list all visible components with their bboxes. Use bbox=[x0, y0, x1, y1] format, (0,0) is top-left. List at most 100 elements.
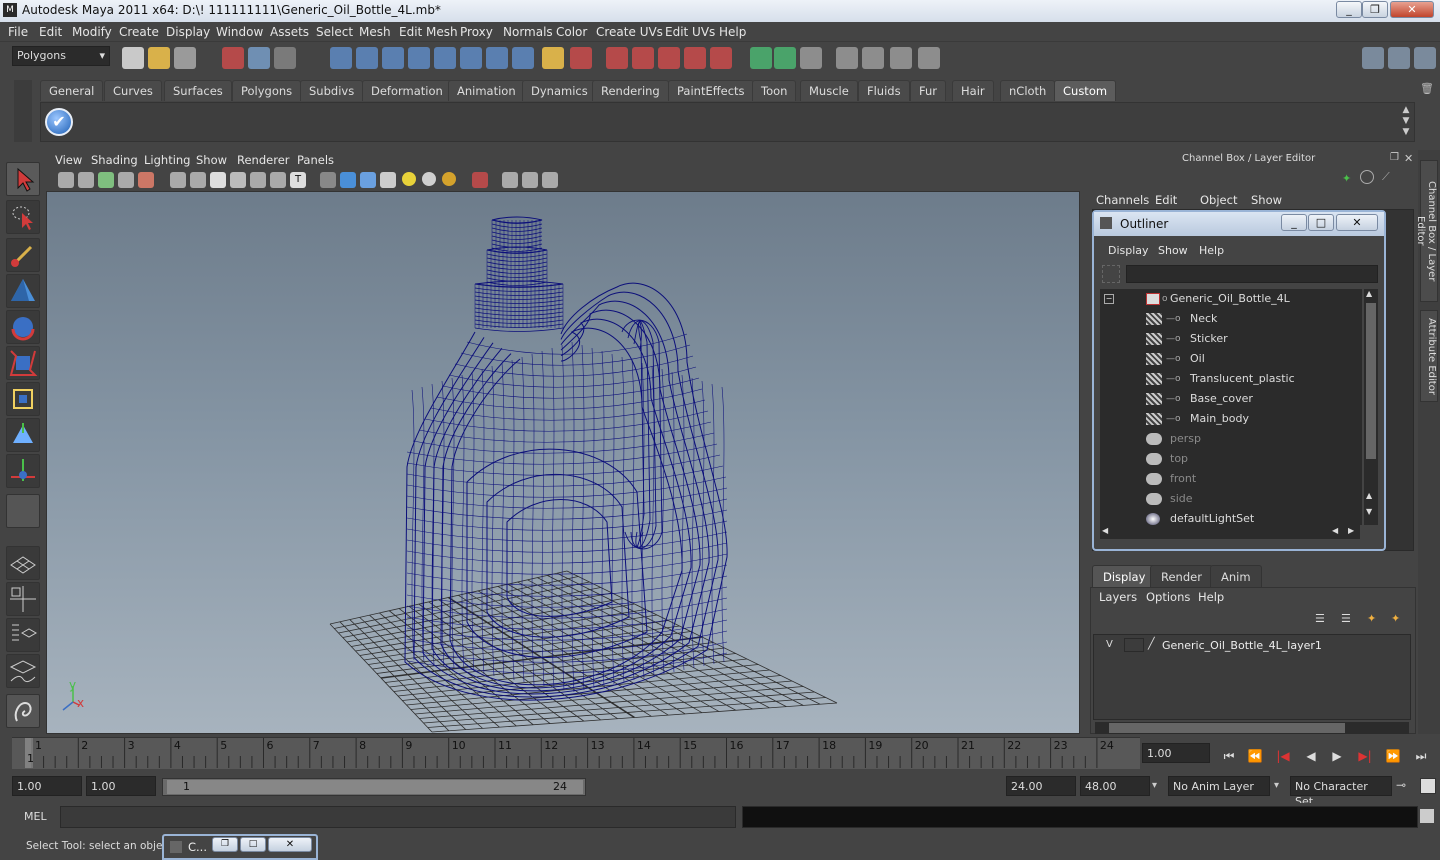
scroll-up-icon[interactable]: ▲ bbox=[1366, 289, 1372, 298]
input-ops-icon[interactable] bbox=[750, 47, 772, 69]
layer-tab-display[interactable]: Display bbox=[1092, 565, 1157, 587]
help-question-icon[interactable] bbox=[512, 47, 534, 69]
outliner-camera-row[interactable]: top bbox=[1100, 449, 1362, 469]
magnet-snap-icon[interactable] bbox=[606, 47, 628, 69]
start-time-field[interactable]: 1.00 bbox=[12, 776, 82, 796]
minimize-button[interactable]: _ bbox=[1336, 1, 1362, 18]
collapse-toggle-icon[interactable]: − bbox=[1104, 294, 1114, 304]
outliner-root-row[interactable]: − o Generic_Oil_Bottle_4L bbox=[1100, 289, 1362, 309]
camera-attributes-icon[interactable] bbox=[78, 172, 94, 188]
menu-set-dropdown[interactable]: Polygons ▾ bbox=[12, 46, 110, 66]
script-editor-icon[interactable] bbox=[1420, 809, 1434, 823]
tab-ncloth[interactable]: nCloth bbox=[1000, 80, 1056, 101]
scroll-right-icon[interactable]: ◀ bbox=[1332, 526, 1338, 535]
go-to-end-icon[interactable]: ⏭ bbox=[1410, 747, 1432, 765]
move-tool-icon[interactable] bbox=[6, 274, 40, 308]
tab-surfaces[interactable]: Surfaces bbox=[164, 80, 232, 101]
tab-fluids[interactable]: Fluids bbox=[858, 80, 910, 101]
xray-icon[interactable] bbox=[502, 172, 518, 188]
viewport-menu-show[interactable]: Show bbox=[196, 153, 227, 167]
smooth-shade-icon[interactable] bbox=[340, 172, 356, 188]
tab-painteffects[interactable]: PaintEffects bbox=[668, 80, 754, 101]
minimized-close-button[interactable]: ✕ bbox=[268, 837, 312, 852]
tab-channel-box-layer-editor[interactable]: Channel Box / Layer Editor bbox=[1415, 160, 1438, 302]
range-slider[interactable]: 1 24 bbox=[162, 778, 586, 796]
tab-rendering[interactable]: Rendering bbox=[592, 80, 669, 101]
wireframe-on-shaded-icon[interactable] bbox=[360, 172, 376, 188]
scale-tool-icon[interactable] bbox=[6, 346, 40, 380]
auto-key-key-icon[interactable]: ⊸ bbox=[1396, 778, 1406, 792]
tab-general[interactable]: General bbox=[40, 80, 104, 101]
menu-create[interactable]: Create bbox=[119, 25, 159, 39]
snap-grid-icon[interactable] bbox=[330, 47, 352, 69]
magnet-point-icon[interactable] bbox=[658, 47, 680, 69]
anim-layer-dropdown[interactable]: No Anim Layer bbox=[1168, 776, 1270, 796]
restore-button[interactable]: ❐ bbox=[1362, 1, 1388, 18]
new-scene-icon[interactable] bbox=[122, 47, 144, 69]
soft-modification-icon[interactable] bbox=[6, 418, 40, 452]
playback-end-field[interactable]: 24.00 bbox=[1006, 776, 1076, 796]
tab-toon[interactable]: Toon bbox=[752, 80, 797, 101]
go-to-start-icon[interactable]: ⏮ bbox=[1218, 747, 1240, 765]
channels-show-menu[interactable]: Show bbox=[1251, 193, 1282, 207]
gate-mask-icon[interactable] bbox=[230, 172, 246, 188]
image-plane-icon[interactable] bbox=[118, 172, 134, 188]
tab-curves[interactable]: Curves bbox=[104, 80, 162, 101]
tab-deformation[interactable]: Deformation bbox=[362, 80, 452, 101]
minimized-maximize-button[interactable]: □ bbox=[240, 837, 266, 852]
outliner-camera-row[interactable]: side bbox=[1100, 489, 1362, 509]
shelf-options-handle[interactable] bbox=[14, 80, 32, 142]
tab-animation[interactable]: Animation bbox=[448, 80, 525, 101]
tab-subdivs[interactable]: Subdivs bbox=[300, 80, 364, 101]
menu-select[interactable]: Select bbox=[316, 25, 353, 39]
xray-joints-icon[interactable] bbox=[522, 172, 538, 188]
scroll-down-icon[interactable]: ▼ bbox=[1366, 507, 1372, 516]
viewport-menu-renderer[interactable]: Renderer bbox=[237, 153, 290, 167]
outliner-child-row[interactable]: —o Translucent_plastic bbox=[1100, 369, 1362, 389]
outliner-menu-show[interactable]: Show bbox=[1158, 244, 1188, 257]
menu-modify[interactable]: Modify bbox=[72, 25, 112, 39]
step-forward-key-icon[interactable]: ⏩ bbox=[1382, 747, 1404, 765]
shadows-icon[interactable] bbox=[442, 172, 456, 186]
menu-file[interactable]: File bbox=[8, 25, 28, 39]
step-back-frame-icon[interactable]: |◀ bbox=[1272, 747, 1294, 765]
anim-layer-chevron-icon[interactable]: ▾ bbox=[1152, 780, 1157, 791]
character-set-chevron-icon[interactable]: ▾ bbox=[1274, 780, 1279, 791]
ipr-render-icon[interactable] bbox=[862, 47, 884, 69]
menu-edit-uvs[interactable]: Edit UVs bbox=[665, 25, 715, 39]
checkmark-icon[interactable]: ✔ bbox=[45, 108, 73, 136]
select-object-icon[interactable] bbox=[248, 47, 270, 69]
tab-fur[interactable]: Fur bbox=[910, 80, 947, 101]
resolution-gate-icon[interactable] bbox=[210, 172, 226, 188]
menu-edit-mesh[interactable]: Edit Mesh bbox=[399, 25, 458, 39]
render-settings-icon[interactable] bbox=[890, 47, 912, 69]
safe-action-icon[interactable] bbox=[270, 172, 286, 188]
move-layer-up-icon[interactable]: ☰ bbox=[1315, 612, 1333, 628]
select-component-icon[interactable] bbox=[274, 47, 296, 69]
current-time-field[interactable]: 1.00 bbox=[1142, 743, 1210, 763]
tab-hair[interactable]: Hair bbox=[952, 80, 994, 101]
play-backwards-icon[interactable]: ◀ bbox=[1300, 747, 1322, 765]
outliner-persp-layout-icon[interactable] bbox=[6, 618, 40, 652]
snap-view-plane-icon[interactable] bbox=[408, 47, 430, 69]
channels-menu[interactable]: Channels bbox=[1096, 193, 1149, 207]
pin-icon[interactable]: ⟋ bbox=[1382, 170, 1396, 184]
outliner-menu-help[interactable]: Help bbox=[1199, 244, 1224, 257]
graph-persp-layout-icon[interactable] bbox=[6, 654, 40, 688]
construction-history-icon[interactable] bbox=[486, 47, 508, 69]
command-language-label[interactable]: MEL bbox=[24, 810, 47, 823]
open-scene-icon[interactable] bbox=[148, 47, 170, 69]
minimized-restore-button[interactable]: ❐ bbox=[212, 837, 238, 852]
default-lighting-icon[interactable] bbox=[402, 172, 416, 186]
bookmark-icon[interactable] bbox=[98, 172, 114, 188]
outliner-maximize-button[interactable]: □ bbox=[1308, 214, 1334, 231]
snap-live-icon[interactable] bbox=[434, 47, 456, 69]
shelf-scroll-arrows[interactable]: ▲ ▼ ▼ bbox=[1400, 105, 1412, 139]
range-slider-bar[interactable] bbox=[167, 780, 583, 794]
lock-icon[interactable] bbox=[542, 47, 564, 69]
menu-assets[interactable]: Assets bbox=[270, 25, 309, 39]
viewport-menu-lighting[interactable]: Lighting bbox=[144, 153, 190, 167]
menu-create-uvs[interactable]: Create UVs bbox=[596, 25, 663, 39]
four-view-layout-icon[interactable] bbox=[6, 582, 40, 616]
play-forwards-icon[interactable]: ▶ bbox=[1326, 747, 1348, 765]
